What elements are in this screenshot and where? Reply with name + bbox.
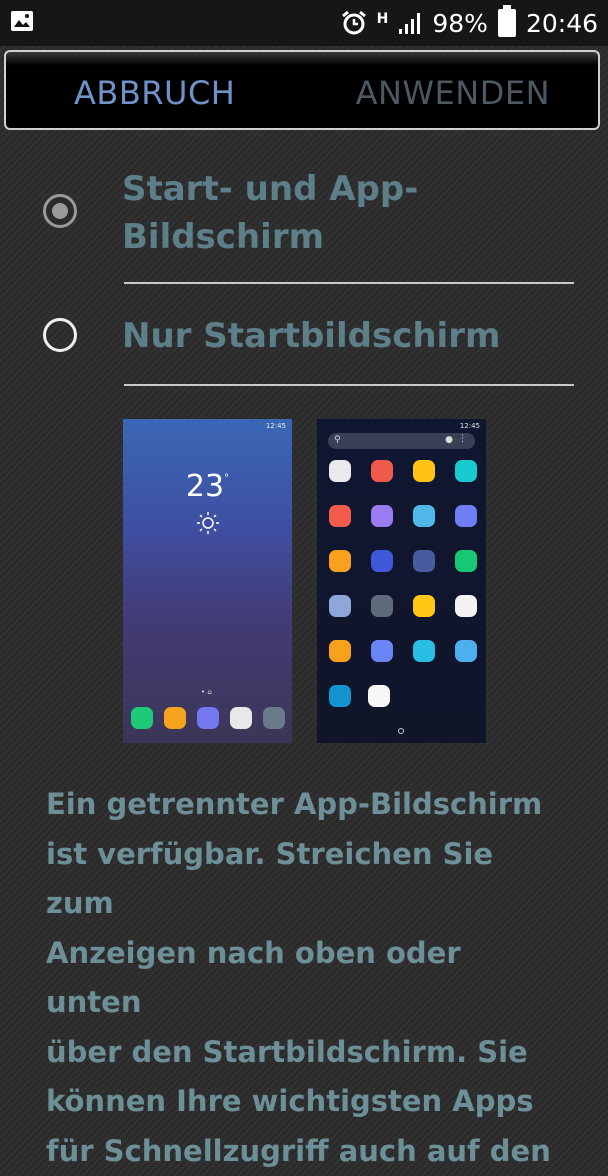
alarm-clock-icon bbox=[341, 10, 366, 35]
app-icon bbox=[455, 505, 477, 527]
app-grid-row bbox=[329, 505, 477, 527]
radio-dot bbox=[52, 203, 68, 219]
image-notification-icon bbox=[11, 11, 33, 31]
preview-status-time: 12:45 bbox=[265, 422, 286, 430]
apps-screen-preview: 12:45 ⚲ ● ⋮ bbox=[317, 419, 486, 743]
app-icon bbox=[263, 707, 285, 729]
app-grid-row bbox=[329, 595, 477, 617]
radio-button-unselected[interactable] bbox=[43, 318, 77, 352]
app-icon bbox=[371, 595, 393, 617]
sun-icon bbox=[197, 512, 219, 534]
divider bbox=[124, 282, 574, 284]
app-icon bbox=[371, 505, 393, 527]
app-icon bbox=[329, 460, 351, 482]
radio-button-selected[interactable] bbox=[43, 194, 77, 228]
network-type-label: H bbox=[376, 11, 389, 27]
option-label-home-and-apps: Start- und App- Bildschirm bbox=[122, 169, 419, 257]
degree-symbol: ° bbox=[224, 473, 230, 484]
app-icon bbox=[329, 550, 351, 572]
action-bar: ABBRUCH ANWENDEN bbox=[4, 50, 600, 130]
description-text: Ein getrennter App-Bildschirm ist verfüg… bbox=[46, 787, 551, 1168]
apply-button[interactable]: ANWENDEN bbox=[356, 74, 550, 112]
app-icon bbox=[131, 707, 153, 729]
app-icon bbox=[329, 505, 351, 527]
more-options-icon: ⋮ bbox=[458, 434, 467, 444]
clock-time: 20:46 bbox=[525, 8, 598, 38]
microphone-icon: ● bbox=[445, 435, 453, 445]
divider bbox=[124, 384, 574, 386]
battery-percentage: 98% bbox=[432, 8, 488, 38]
search-bar: ⚲ ● ⋮ bbox=[328, 433, 475, 449]
app-icon bbox=[455, 640, 477, 662]
option-label-home-only: Nur Startbildschirm bbox=[122, 316, 501, 356]
app-grid-row bbox=[329, 460, 477, 482]
app-icon bbox=[413, 550, 435, 572]
status-right: H 98% 20:46 bbox=[341, 5, 598, 40]
signal-icon bbox=[399, 13, 421, 34]
preview-status-time: 12:45 bbox=[459, 422, 480, 430]
page-indicator: • ⌂ bbox=[201, 688, 212, 696]
status-bar: H 98% 20:46 bbox=[0, 0, 608, 46]
app-icon bbox=[455, 550, 477, 572]
app-grid bbox=[329, 460, 477, 730]
app-icon bbox=[413, 640, 435, 662]
app-icon bbox=[455, 595, 477, 617]
temperature-value: 23 bbox=[185, 469, 225, 504]
app-icon bbox=[329, 595, 351, 617]
cancel-button[interactable]: ABBRUCH bbox=[74, 74, 235, 112]
app-icon bbox=[413, 505, 435, 527]
option-home-screen-only[interactable]: Nur Startbildschirm bbox=[0, 310, 608, 370]
option-home-and-apps-screen[interactable]: Start- und App- Bildschirm bbox=[0, 165, 608, 275]
app-icon bbox=[230, 707, 252, 729]
app-icon bbox=[371, 460, 393, 482]
app-icon bbox=[413, 595, 435, 617]
app-icon bbox=[329, 640, 351, 662]
home-indicator-icon bbox=[398, 728, 404, 734]
app-icon bbox=[368, 685, 390, 707]
app-icon bbox=[329, 685, 351, 707]
search-icon: ⚲ bbox=[334, 435, 341, 445]
app-grid-row bbox=[329, 640, 477, 662]
dock bbox=[131, 707, 285, 729]
battery-icon bbox=[497, 5, 516, 37]
app-icon bbox=[455, 460, 477, 482]
app-grid-row bbox=[329, 550, 477, 572]
app-icon bbox=[164, 707, 186, 729]
app-icon bbox=[413, 460, 435, 482]
app-icon bbox=[197, 707, 219, 729]
weather-temperature: 23° bbox=[123, 469, 292, 504]
home-screen-preview: 12:45 23° • ⌂ bbox=[123, 419, 292, 743]
app-icon bbox=[371, 640, 393, 662]
app-grid-row bbox=[329, 685, 477, 707]
app-icon bbox=[371, 550, 393, 572]
